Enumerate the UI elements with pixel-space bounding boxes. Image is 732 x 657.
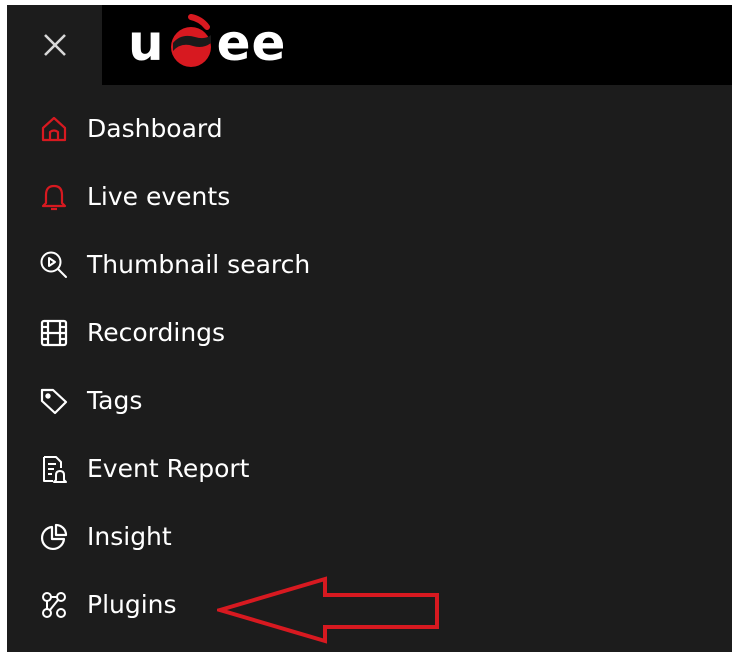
usee-logo[interactable]: u ee <box>128 13 286 73</box>
nav-item-insight[interactable]: Insight <box>7 503 732 571</box>
nav-label-dashboard: Dashboard <box>87 114 223 143</box>
logo-bar: u ee <box>102 5 732 85</box>
nav-item-thumbnail-search[interactable]: Thumbnail search <box>7 231 732 299</box>
bell-icon <box>39 182 69 212</box>
logo-s-mark <box>170 14 211 67</box>
side-menu-panel: u ee Dashboard Live events Thumbnail sea… <box>7 5 732 652</box>
search-play-icon <box>39 250 69 280</box>
nav-item-recordings[interactable]: Recordings <box>7 299 732 367</box>
logo-letter-u: u <box>128 14 165 72</box>
home-icon <box>39 114 69 144</box>
nav-list: Dashboard Live events Thumbnail search R… <box>7 95 732 639</box>
nav-label-insight: Insight <box>87 522 172 551</box>
logo-letters-ee: ee <box>216 14 287 72</box>
close-menu-button[interactable] <box>7 5 102 85</box>
film-icon <box>39 318 69 348</box>
plugins-icon <box>39 590 69 620</box>
nav-item-event-report[interactable]: Event Report <box>7 435 732 503</box>
menu-header: u ee <box>7 5 732 85</box>
nav-label-event-report: Event Report <box>87 454 250 483</box>
nav-label-plugins: Plugins <box>87 590 177 619</box>
nav-item-dashboard[interactable]: Dashboard <box>7 95 732 163</box>
close-icon <box>43 34 66 56</box>
pie-chart-icon <box>39 522 69 552</box>
annotation-arrow-icon <box>217 576 439 644</box>
report-icon <box>39 454 69 484</box>
nav-item-live-events[interactable]: Live events <box>7 163 732 231</box>
tag-icon <box>39 386 69 416</box>
nav-item-tags[interactable]: Tags <box>7 367 732 435</box>
nav-label-recordings: Recordings <box>87 318 226 347</box>
nav-label-thumbnail-search: Thumbnail search <box>87 250 311 279</box>
nav-label-tags: Tags <box>87 386 143 415</box>
nav-label-live-events: Live events <box>87 182 231 211</box>
